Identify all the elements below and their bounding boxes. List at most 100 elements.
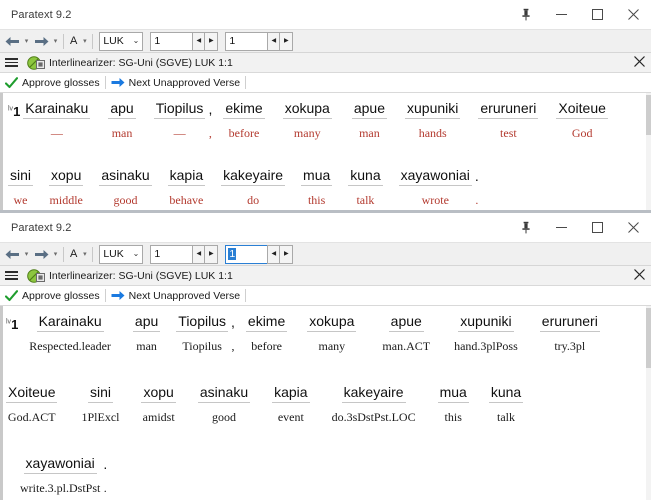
word-gloss[interactable]: many (319, 332, 346, 357)
word-surface[interactable]: Xoiteue (556, 99, 608, 119)
minimize-icon[interactable] (543, 213, 579, 242)
interlinear-word[interactable]: xupuniki hands (405, 99, 461, 144)
chapter-stepper[interactable]: 1 ◀ ▶ (150, 244, 219, 264)
verse-stepper[interactable]: 1 ◀ ▶ (225, 244, 294, 264)
interlinear-word[interactable]: eruruneri try.3pl (539, 312, 600, 357)
interlinear-word[interactable]: mua this (437, 383, 469, 428)
word-surface[interactable]: apue (351, 99, 387, 119)
title-bar-1[interactable]: Paratext 9.2 (0, 0, 651, 29)
interlinear-word[interactable]: xokupa many (282, 99, 332, 144)
vertical-scrollbar-2[interactable] (646, 306, 651, 500)
word-surface[interactable]: ekime (245, 312, 288, 332)
interlinear-word[interactable]: Tiopilus — (153, 99, 206, 144)
font-dropdown-caret[interactable]: ▾ (80, 31, 89, 51)
word-surface[interactable]: xupuniki (458, 312, 514, 332)
word-gloss[interactable]: man (359, 119, 380, 144)
interlinear-word[interactable]: xupuniki hand.3plPoss (454, 312, 518, 357)
word-surface[interactable]: kuna (488, 383, 524, 403)
back-arrow-icon[interactable] (2, 244, 22, 264)
minimize-icon[interactable] (543, 0, 579, 29)
word-surface[interactable]: asinaku (99, 166, 152, 186)
word-gloss[interactable]: we (14, 186, 28, 210)
font-size-button[interactable]: A (67, 35, 80, 47)
word-surface[interactable]: sini (87, 383, 113, 403)
interlinear-word[interactable]: kapia behave (167, 166, 206, 210)
word-surface[interactable]: xopu (49, 166, 84, 186)
word-gloss[interactable]: — (51, 119, 63, 144)
word-surface[interactable]: xokupa (307, 312, 357, 332)
interlinear-word[interactable]: xayawoniai write.3.pl.DstPst (20, 454, 100, 499)
word-gloss[interactable]: behave (169, 186, 203, 210)
interlinear-word[interactable]: asinaku good (99, 166, 152, 210)
interlinear-word[interactable]: eruruneri test (478, 99, 539, 144)
interlinear-word[interactable]: kapia event (272, 383, 310, 428)
word-surface[interactable]: mua (437, 383, 469, 403)
word-gloss[interactable]: God (572, 119, 593, 144)
pin-icon[interactable] (509, 213, 543, 242)
panel-close-icon[interactable] (634, 267, 645, 285)
close-icon[interactable] (615, 213, 651, 242)
word-surface[interactable]: Tiopilus (176, 312, 229, 332)
word-surface[interactable]: Tiopilus (153, 99, 206, 119)
forward-arrow-icon[interactable] (31, 31, 51, 51)
word-surface[interactable]: xokupa (282, 99, 332, 119)
word-gloss[interactable]: write.3.pl.DstPst (20, 474, 100, 499)
interlinear-word[interactable]: ekime before (245, 312, 288, 357)
maximize-icon[interactable] (579, 0, 615, 29)
word-gloss[interactable]: talk (497, 403, 515, 428)
word-surface[interactable]: xayawoniai (398, 166, 472, 186)
chapter-stepper[interactable]: 1 ◀ ▶ (150, 31, 219, 51)
interlinear-body-2[interactable]: lv1 Karainaku Respected.leader apu man Tiopil… (0, 306, 651, 500)
interlinear-word[interactable]: apu man (108, 99, 136, 144)
verse-stepper[interactable]: 1 ◀ ▶ (225, 31, 294, 51)
interlinear-word[interactable]: Karainaku — (23, 99, 91, 144)
word-surface[interactable]: Xoiteue (6, 383, 58, 403)
verse-next-button[interactable]: ▶ (280, 244, 294, 264)
next-unapproved-verse-button[interactable]: Next Unapproved Verse (106, 286, 245, 306)
word-surface[interactable]: kapia (167, 166, 206, 186)
chapter-next-button[interactable]: ▶ (205, 31, 219, 51)
word-surface[interactable]: xopu (141, 383, 176, 403)
back-dropdown-caret[interactable]: ▾ (22, 244, 31, 264)
interlinear-word[interactable]: kakeyaire do (221, 166, 286, 210)
interlinear-word[interactable]: xopu amidst (141, 383, 176, 428)
word-gloss[interactable]: do (247, 186, 259, 210)
word-gloss[interactable]: this (308, 186, 325, 210)
interlinear-word[interactable]: ekime before (223, 99, 265, 144)
word-gloss[interactable]: 1PlExcl (81, 403, 119, 428)
interlinear-word[interactable]: Xoiteue God (556, 99, 608, 144)
word-surface[interactable]: kakeyaire (341, 383, 406, 403)
verse-next-button[interactable]: ▶ (280, 31, 294, 51)
word-gloss[interactable]: talk (356, 186, 374, 210)
verse-input[interactable]: 1 (225, 31, 268, 51)
interlinear-word[interactable]: Xoiteue God.ACT (6, 383, 58, 428)
word-gloss[interactable]: try.3pl (554, 332, 585, 357)
interlinear-word[interactable]: xayawoniai wrote (398, 166, 472, 210)
interlinear-body-1[interactable]: lv1 Karainaku — apu man Tiopilus —,, ekime befor… (0, 93, 651, 210)
word-gloss[interactable]: man.ACT (382, 332, 430, 357)
maximize-icon[interactable] (579, 213, 615, 242)
word-gloss[interactable]: man (112, 119, 133, 144)
font-dropdown-caret[interactable]: ▾ (80, 244, 89, 264)
back-dropdown-caret[interactable]: ▾ (22, 31, 31, 51)
chapter-input[interactable]: 1 (150, 244, 193, 264)
word-gloss[interactable]: amidst (143, 403, 175, 428)
word-gloss[interactable]: Respected.leader (29, 332, 111, 357)
word-gloss[interactable]: before (229, 119, 260, 144)
word-surface[interactable]: xupuniki (405, 99, 461, 119)
word-gloss[interactable]: middle (50, 186, 83, 210)
interlinear-word[interactable]: kuna talk (488, 383, 524, 428)
word-gloss[interactable]: — (174, 119, 186, 144)
interlinear-word[interactable]: mua this (301, 166, 333, 210)
word-surface[interactable]: eruruneri (539, 312, 600, 332)
next-unapproved-verse-button[interactable]: Next Unapproved Verse (106, 73, 245, 93)
word-surface[interactable]: eruruneri (478, 99, 539, 119)
word-gloss[interactable]: many (294, 119, 321, 144)
word-gloss[interactable]: man (136, 332, 157, 357)
word-surface[interactable]: kuna (348, 166, 383, 186)
approve-glosses-button[interactable]: Approve glosses (0, 286, 105, 306)
word-gloss[interactable]: hand.3plPoss (454, 332, 518, 357)
verse-input[interactable]: 1 (225, 244, 268, 264)
word-surface[interactable]: Karainaku (36, 312, 104, 332)
interlinear-word[interactable]: xopu middle (49, 166, 84, 210)
